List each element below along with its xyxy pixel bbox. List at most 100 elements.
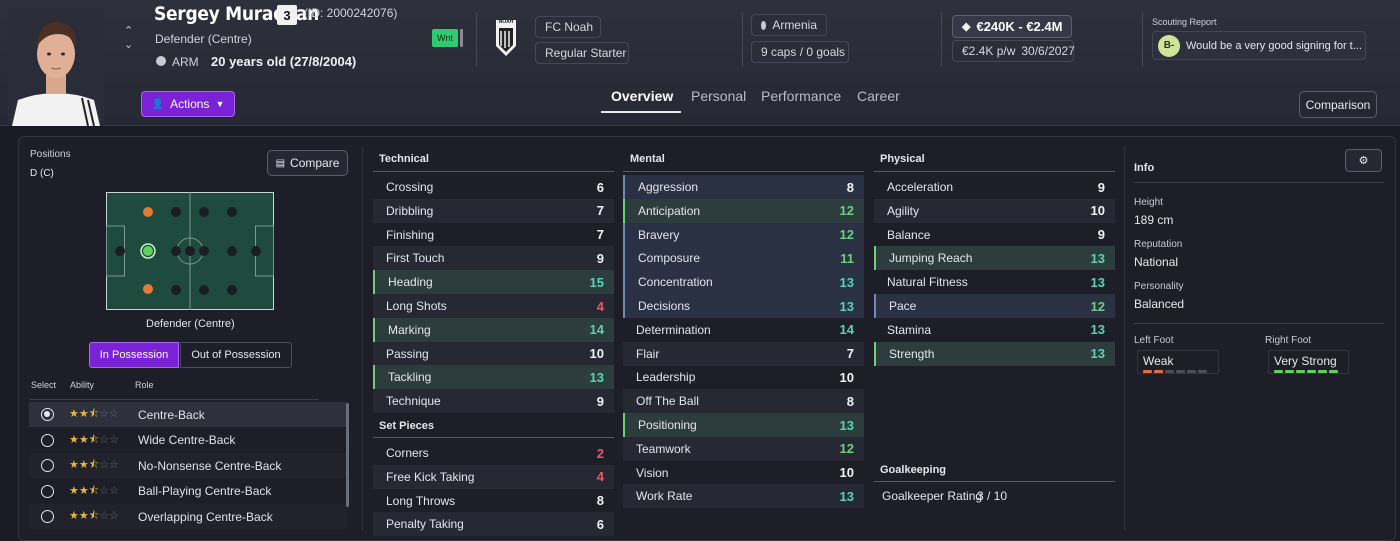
attribute-row[interactable]: Determination 14 [623,318,864,342]
role-row[interactable]: ★★⯪☆☆ Wide Centre-Back [29,427,347,453]
attribute-row[interactable]: Finishing 7 [373,223,614,247]
attribute-row[interactable]: Leadership 10 [623,365,864,389]
status-badge-edge [460,29,463,47]
attribute-row[interactable]: Penalty Taking 6 [373,512,614,537]
club-name[interactable]: FC Noah [535,16,601,38]
divider [1134,182,1384,183]
attribute-row[interactable]: Decisions 13 [623,294,864,318]
attribute-row[interactable]: Crossing 6 [373,175,614,199]
squad-number: 3 [277,5,297,25]
scouting-grade: B- [1158,34,1180,57]
attribute-name: Dribbling [386,203,434,218]
attribute-row[interactable]: Tackling 13 [373,365,614,390]
nation-code: ARM [172,55,199,69]
attribute-row[interactable]: Marking 14 [373,317,614,342]
attribute-row[interactable]: Work Rate 13 [623,484,864,509]
attribute-row[interactable]: Anticipation 12 [623,198,864,223]
role-radio[interactable] [41,484,54,498]
attribute-row[interactable]: Composure 11 [623,246,864,271]
goalkeeper-rating-value: 3 / 10 [977,489,1008,503]
role-row[interactable]: ★★⯪☆☆ Centre-Back [29,402,347,427]
personality-value: Balanced [1134,297,1185,311]
foot-bar-segment [1296,370,1305,373]
person-icon: 👤 [151,98,165,110]
actions-button[interactable]: 👤 Actions ▼ [141,91,235,117]
player-position: Defender (Centre) [155,32,252,46]
attribute-row[interactable]: Flair 7 [623,341,864,366]
attribute-row[interactable]: Strength 13 [874,341,1115,366]
value-range[interactable]: ◈ €240K - €2.4M [952,15,1072,38]
compare-button[interactable]: ▤ Compare [267,150,348,176]
tab-personal[interactable]: Personal [691,88,746,104]
attribute-name: Positioning [638,418,697,432]
comparison-button[interactable]: Comparison [1299,91,1377,118]
role-radio[interactable] [41,408,54,421]
role-radio[interactable] [41,459,54,472]
player-id: (ID: 2000242076) [304,6,398,20]
tab-overview[interactable]: Overview [611,88,673,104]
role-row[interactable]: ★★⯪☆☆ Overlapping Centre-Back [29,504,347,529]
left-foot-value: Weak [1143,354,1174,368]
attribute-row[interactable]: Aggression 8 [623,175,864,199]
attribute-row[interactable]: Stamina 13 [874,318,1115,342]
status-badge[interactable]: Wnt [432,29,458,47]
nation-pill[interactable]: Armenia [751,14,827,36]
role-radio[interactable] [41,433,54,447]
attribute-row[interactable]: Concentration 13 [623,270,864,295]
prev-player-icon[interactable]: ⌃ [124,24,133,37]
foot-bar-segment [1165,370,1174,373]
club-logo[interactable]: NOAH [494,18,518,58]
left-foot-box: Weak [1137,350,1219,374]
attribute-row[interactable]: Off The Ball 8 [623,389,864,414]
attribute-value: 14 [589,322,604,338]
attribute-name: Off The Ball [636,394,699,409]
attribute-row[interactable]: Agility 10 [874,198,1115,223]
attribute-row[interactable]: Pace 12 [874,294,1115,318]
attribute-row[interactable]: Balance 9 [874,223,1115,247]
contract-end: 30/6/2027 [1021,44,1075,58]
attribute-row[interactable]: Teamwork 12 [623,436,864,461]
nation-name: Armenia [772,18,817,32]
attribute-row[interactable]: Long Throws 8 [373,489,614,513]
attribute-row[interactable]: Vision 10 [623,461,864,485]
player-age: 20 years old (27/8/2004) [211,54,357,69]
info-settings-button[interactable]: ⚙ [1345,149,1382,172]
tag-icon: ◈ [962,21,971,33]
attribute-row[interactable]: Passing 10 [373,341,614,366]
reputation-label: Reputation [1134,239,1183,250]
attribute-name: Pace [889,299,917,313]
role-row[interactable]: ★★⯪☆☆ Ball-Playing Centre-Back [29,478,347,504]
attribute-row[interactable]: Free Kick Taking 4 [373,464,614,489]
in-possession-toggle[interactable]: In Possession [89,342,179,368]
pitch[interactable] [106,192,274,310]
attribute-row[interactable]: Jumping Reach 13 [874,246,1115,271]
out-of-possession-toggle[interactable]: Out of Possession [180,342,292,368]
role-radio[interactable] [41,510,54,523]
attribute-value: 10 [1090,203,1105,219]
foot-bar-segment [1285,370,1294,373]
physical-title: Physical [880,153,925,165]
compare-icon: ▤ [275,157,286,169]
attribute-value: 13 [1090,250,1105,266]
attribute-row[interactable]: Bravery 12 [623,222,864,247]
attribute-row[interactable]: Corners 2 [373,441,614,465]
attribute-name: Heading [388,275,433,290]
tab-performance[interactable]: Performance [761,88,841,104]
attribute-row[interactable]: Natural Fitness 13 [874,270,1115,294]
attribute-row[interactable]: Dribbling 7 [373,198,614,223]
attribute-name: Free Kick Taking [386,469,475,484]
attribute-row[interactable]: Heading 15 [373,270,614,295]
attribute-row[interactable]: First Touch 9 [373,246,614,271]
attribute-row[interactable]: Positioning 13 [623,413,864,437]
tab-career[interactable]: Career [857,88,900,104]
attribute-row[interactable]: Technique 9 [373,389,614,414]
role-row[interactable]: ★★⯪☆☆ No-Nonsense Centre-Back [29,453,347,478]
attribute-value: 14 [839,322,854,338]
attribute-value: 12 [839,203,854,219]
attribute-row[interactable]: Acceleration 9 [874,175,1115,199]
scouting-report[interactable]: B- Would be a very good signing for t... [1152,31,1366,60]
next-player-icon[interactable]: ⌄ [124,38,133,51]
attribute-row[interactable]: Long Shots 4 [373,294,614,318]
attribute-value: 10 [839,465,854,481]
role-scrollbar[interactable] [346,403,349,507]
